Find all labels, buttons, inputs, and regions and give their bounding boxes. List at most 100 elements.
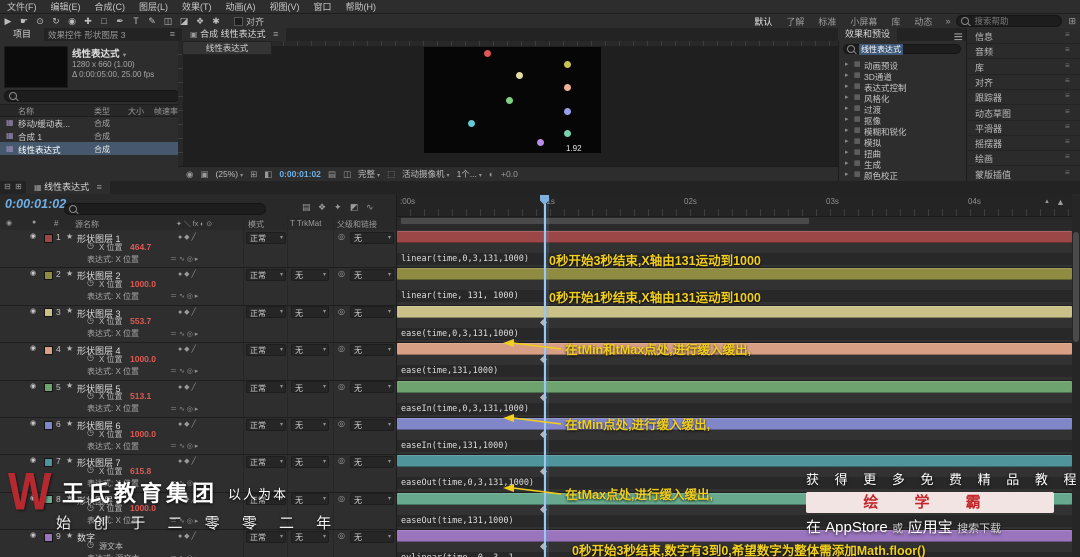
exposure-icon[interactable]: ◐ (489, 169, 494, 179)
expand-arrow-icon[interactable]: ▸ (845, 148, 849, 156)
layer-switches-icons[interactable]: ● ◆ ╱ (178, 270, 196, 278)
parent-pickwhip-icon[interactable]: ◎ (338, 456, 345, 465)
timeline-scrollbar[interactable] (1072, 196, 1080, 557)
fx-category-row[interactable]: ▸▦3D通道 (839, 70, 967, 81)
motion-blur-icon[interactable]: ∿ (366, 202, 374, 213)
draft3d-icon[interactable]: ❖ (318, 202, 326, 213)
docked-panel-tab[interactable]: 平滑器≡ (967, 120, 1080, 136)
workspace-overflow-chevron[interactable]: » (945, 16, 950, 26)
layer-duration-bar[interactable] (397, 381, 1072, 393)
layer-duration-bar[interactable] (397, 268, 1072, 280)
stopwatch-icon[interactable]: ◷ (87, 278, 94, 287)
timeline-search-input[interactable] (64, 203, 266, 215)
docked-panel-tab[interactable]: 信息≡ (967, 28, 1080, 44)
property-value[interactable]: 1000.0 (130, 279, 156, 289)
fx-search-input[interactable]: 线性表达式 (843, 44, 961, 54)
docked-panel-tab[interactable]: 库≡ (967, 59, 1080, 75)
property-name[interactable]: X 位置 (99, 429, 123, 440)
expression-text[interactable]: linear(time,0,3,131,1000) (401, 254, 529, 264)
panel-menu-icon[interactable]: ≡ (1065, 91, 1070, 100)
trkmat-select[interactable]: 无▾ (291, 419, 329, 431)
blend-mode-select[interactable]: 正常▾ (246, 306, 286, 318)
rotation-tool-icon[interactable]: ↻ (48, 16, 64, 27)
snap-checkbox[interactable] (234, 17, 243, 26)
layer-switches-icons[interactable]: ● ◆ ╱ (178, 383, 196, 391)
grid-guides-icon[interactable]: ⊞ (250, 169, 257, 180)
workspace-tab[interactable]: 库 (884, 15, 907, 28)
selection-tool-icon[interactable]: ▶ (0, 16, 16, 27)
expand-arrow-icon[interactable]: ▸ (845, 115, 849, 123)
layer-label-chip[interactable] (44, 234, 53, 243)
expression-text[interactable]: easeIn(time,0,3,131,1000) (401, 404, 529, 414)
project-item-row[interactable]: ▦线性表达式合成 (0, 142, 178, 155)
fx-category-row[interactable]: ▸▦表达式控制 (839, 81, 967, 92)
menu-item[interactable]: 效果(T) (175, 0, 219, 13)
parent-pickwhip-icon[interactable]: ◎ (338, 307, 345, 316)
expression-row-label[interactable]: 表达式: 源文本 (87, 553, 139, 557)
zoom-level-select[interactable]: (25%)▾ (215, 169, 243, 179)
layer-switches-icons[interactable]: ● ◆ ╱ (178, 308, 196, 316)
blend-mode-select[interactable]: 正常▾ (246, 344, 286, 356)
menu-item[interactable]: 帮助(H) (339, 0, 384, 13)
time-ruler[interactable]: :00s01s02s03s04s (397, 194, 1072, 217)
layer-visibility-eye-icon[interactable]: ◉ (30, 419, 36, 427)
blend-mode-select[interactable]: 正常▾ (246, 381, 286, 393)
zoom-tool-icon[interactable]: ⊙ (32, 16, 48, 27)
viewer-ruler-top[interactable] (186, 41, 838, 46)
snapshot-icon[interactable]: ◉ (186, 169, 193, 180)
panel-menu-icon[interactable]: ≡ (1065, 122, 1070, 131)
camera-select[interactable]: 活动摄像机▾ (402, 168, 450, 180)
docked-panel-tab[interactable]: 跟踪器≡ (967, 89, 1080, 105)
pan-behind-tool-icon[interactable]: ✚ (80, 16, 96, 27)
property-name[interactable]: 源文本 (99, 541, 123, 552)
panel-menu-icon[interactable]: ≡ (1065, 76, 1070, 85)
expression-row-icons[interactable]: ＝ ∿ ◎ ▸ (170, 254, 198, 264)
pen-tool-icon[interactable]: ✒ (112, 16, 128, 27)
expression-text[interactable]: linear(time, 131, 1000) (401, 291, 519, 301)
layer-label-chip[interactable] (44, 383, 53, 392)
mask-visibility-icon[interactable]: ◧ (264, 169, 272, 180)
menu-item[interactable]: 合成(C) (88, 0, 133, 13)
fx-category-row[interactable]: ▸▦过渡 (839, 103, 967, 114)
parent-link-header[interactable]: 父级和链接 (337, 219, 377, 230)
docked-panel-tab[interactable]: 对齐≡ (967, 74, 1080, 90)
parent-select[interactable]: 无▾ (350, 531, 394, 543)
roto-brush-tool-icon[interactable]: ❖ (192, 16, 208, 27)
expression-text[interactable]: easeOut(time,0,3,131,1000) (401, 478, 534, 488)
source-name-header[interactable]: 源名称 (75, 219, 99, 230)
layer-visibility-eye-icon[interactable]: ◉ (30, 382, 36, 390)
parent-pickwhip-icon[interactable]: ◎ (338, 382, 345, 391)
composition-mini-flowchart-icon[interactable]: ▤ (302, 202, 311, 213)
parent-select[interactable]: 无▾ (350, 306, 394, 318)
current-timecode[interactable]: 0:00:01:02 (5, 197, 66, 211)
puppet-pin-tool-icon[interactable]: ✱ (208, 16, 224, 27)
expression-text[interactable]: easeIn(time,131,1000) (401, 441, 508, 451)
expression-text[interactable]: easeOut(time,131,1000) (401, 516, 514, 526)
project-search-input[interactable] (4, 90, 180, 102)
workspace-tab[interactable]: 动态 (907, 15, 939, 28)
menu-item[interactable]: 文件(F) (0, 0, 44, 13)
parent-pickwhip-icon[interactable]: ◎ (338, 232, 345, 241)
parent-pickwhip-icon[interactable]: ◎ (338, 269, 345, 278)
property-name[interactable]: X 位置 (99, 354, 123, 365)
layer-switches-icons[interactable]: ● ◆ ╱ (178, 457, 196, 465)
stopwatch-icon[interactable]: ◷ (87, 428, 94, 437)
layer-visibility-eye-icon[interactable]: ◉ (30, 269, 36, 277)
property-value[interactable]: 513.1 (130, 391, 151, 401)
panel-menu-icon[interactable]: ≡ (170, 29, 175, 39)
panel-menu-icon[interactable]: ≡ (273, 29, 278, 39)
view-layout-select[interactable]: 1个...▾ (457, 168, 482, 180)
parent-select[interactable]: 无▾ (350, 381, 394, 393)
fx-category-row[interactable]: ▸▦模糊和锐化 (839, 125, 967, 136)
project-item-row[interactable]: ▦合成 1合成 (0, 129, 178, 142)
workspace-tab[interactable]: 标准 (811, 15, 843, 28)
workspace-tab[interactable]: 小屏幕 (843, 15, 884, 28)
trkmat-select[interactable]: 无▾ (291, 306, 329, 318)
parent-select[interactable]: 无▾ (350, 232, 394, 244)
blend-mode-select[interactable]: 正常▾ (246, 456, 286, 468)
stopwatch-icon[interactable]: ◷ (87, 465, 94, 474)
layer-visibility-eye-icon[interactable]: ◉ (30, 344, 36, 352)
expression-row-label[interactable]: 表达式: X 位置 (87, 254, 139, 265)
blend-mode-select[interactable]: 正常▾ (246, 232, 286, 244)
layer-label-chip[interactable] (44, 346, 53, 355)
